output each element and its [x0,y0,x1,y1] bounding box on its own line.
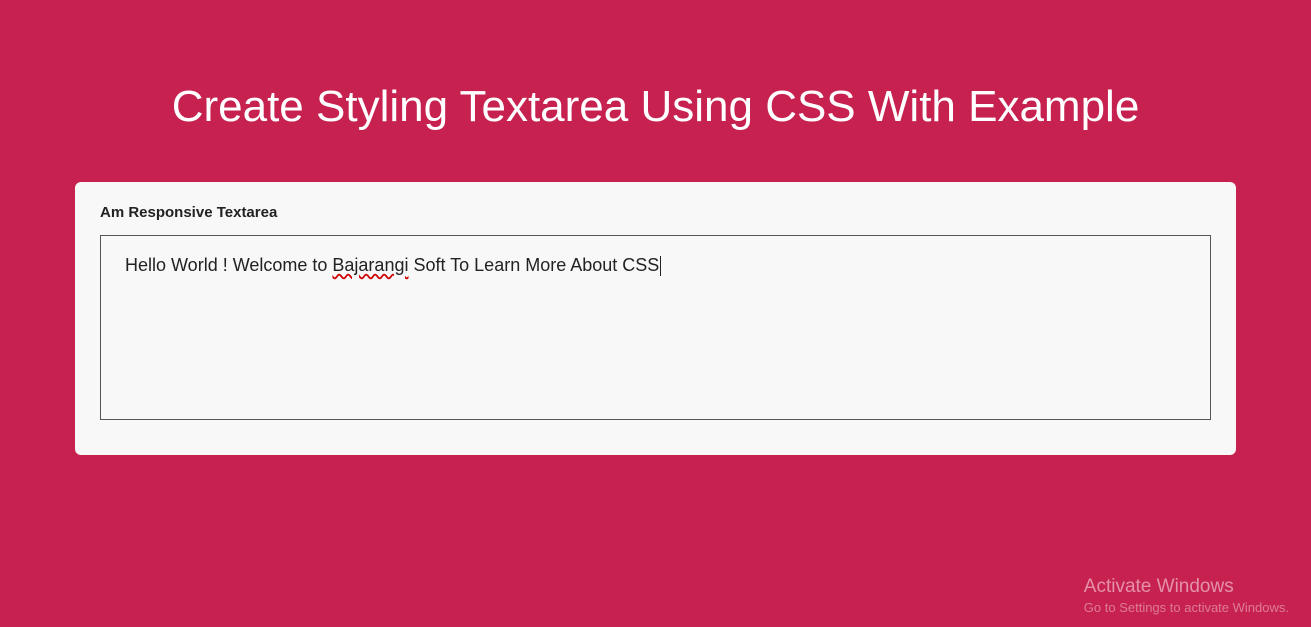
textarea-label: Am Responsive Textarea [100,204,1211,221]
watermark-title: Activate Windows [1084,576,1289,598]
textarea-wrapper: Hello World ! Welcome to Bajarangi Soft … [100,235,1211,425]
example-card: Am Responsive Textarea Hello World ! Wel… [75,182,1236,455]
watermark-subtitle: Go to Settings to activate Windows. [1084,600,1289,615]
responsive-textarea[interactable] [100,235,1211,420]
windows-activation-watermark: Activate Windows Go to Settings to activ… [1084,576,1289,615]
page-title: Create Styling Textarea Using CSS With E… [0,0,1311,182]
